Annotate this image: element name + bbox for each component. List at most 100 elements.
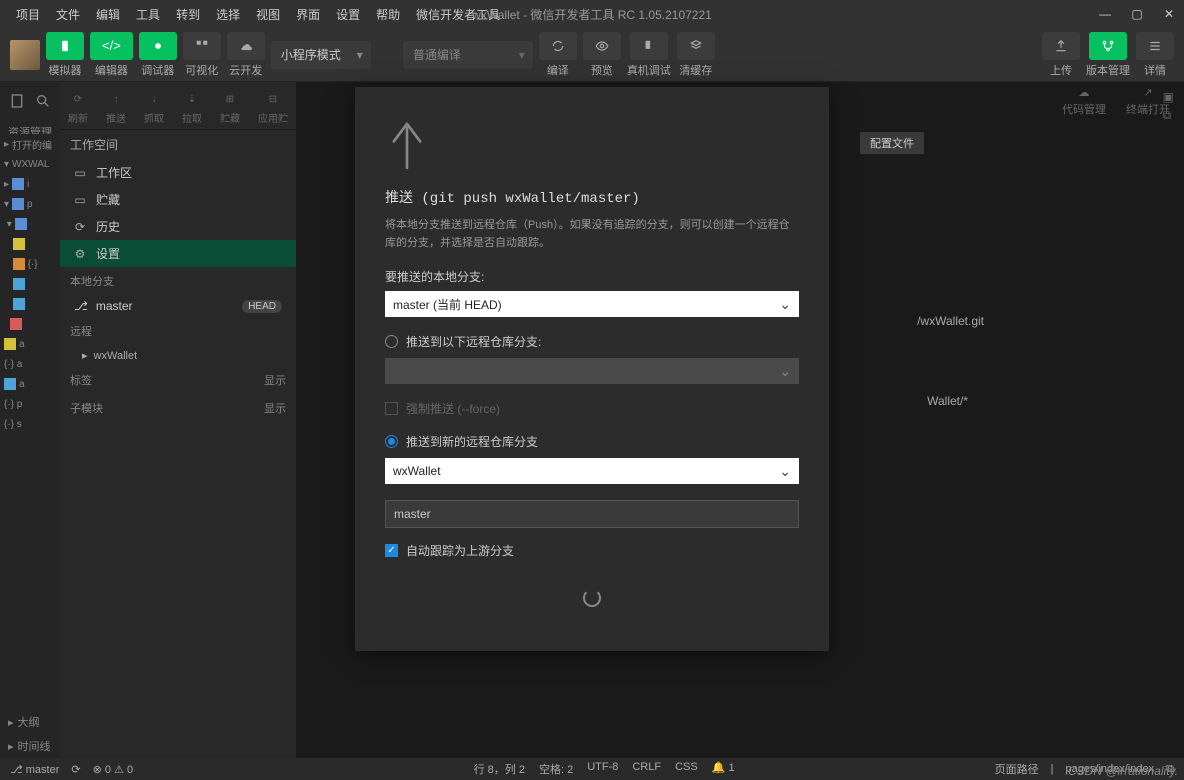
explorer-tree: ▸ 打开的编 ▾ WXWAL ▸ i ▾ p ▾ {·} a {·} a a {… [0, 134, 60, 434]
file-row[interactable]: {·} s [0, 414, 60, 434]
detail-button[interactable] [1136, 32, 1174, 60]
git-stash[interactable]: ⊞贮藏 [220, 90, 240, 125]
sb-pagepath-label: 页面路径 [995, 761, 1039, 777]
minimize-icon[interactable]: — [1098, 7, 1112, 21]
avatar[interactable] [10, 40, 40, 70]
mode-select[interactable]: 小程序模式 [271, 41, 371, 69]
panel2-icon[interactable]: ⧉ [1163, 108, 1174, 123]
file-row[interactable]: ▸ i [0, 174, 60, 194]
menu-edit[interactable]: 编辑 [88, 6, 128, 23]
sb-sync[interactable]: ⟳ [71, 763, 80, 776]
file-row[interactable] [0, 274, 60, 294]
tags-header[interactable]: 标签显示 [60, 366, 296, 394]
branch-input[interactable]: master [385, 500, 799, 528]
sb-eol[interactable]: CRLF [632, 761, 661, 777]
file-row[interactable]: ▾ p [0, 194, 60, 214]
sb-cursor[interactable]: 行 8，列 2 [474, 761, 525, 777]
menu-ui[interactable]: 界面 [288, 6, 328, 23]
maximize-icon[interactable]: ▢ [1130, 7, 1144, 21]
git-push[interactable]: ↑推送 [106, 90, 126, 125]
history-icon: ⟳ [72, 219, 88, 235]
editor-button[interactable]: </> [90, 32, 133, 60]
fetch-icon: ↓ [145, 90, 163, 108]
cloud-button[interactable] [227, 32, 265, 60]
phone-icon [58, 39, 72, 53]
menu-help[interactable]: 帮助 [368, 6, 408, 23]
submodule-header[interactable]: 子模块显示 [60, 394, 296, 422]
branch-master[interactable]: ⎇ master HEAD [60, 295, 296, 317]
clearcache-button[interactable] [677, 32, 715, 60]
git-refresh[interactable]: ⟳刷新 [68, 90, 88, 125]
timeline-section[interactable]: ▸ 时间线 [0, 734, 60, 758]
menu-select[interactable]: 选择 [208, 6, 248, 23]
stash-item[interactable]: ▭贮藏 [60, 186, 296, 213]
bottom-sections: ▸ 大纲 ▸ 时间线 [0, 710, 60, 758]
file-row[interactable]: a [0, 334, 60, 354]
sb-bell[interactable]: 🔔 1 [712, 761, 735, 777]
files-icon[interactable] [8, 92, 26, 110]
branch-icon: ⎇ [74, 299, 88, 313]
opened-section[interactable]: ▸ 打开的编 [0, 134, 60, 154]
menubar: 项目 文件 编辑 工具 转到 选择 视图 界面 设置 帮助 微信开发者工具 wx… [0, 0, 1184, 28]
file-row[interactable] [0, 294, 60, 314]
menu-project[interactable]: 项目 [8, 6, 48, 23]
stack-icon [689, 39, 703, 53]
local-branch-select[interactable]: master (当前 HEAD) [385, 291, 799, 317]
compile-select[interactable]: 普通编译 [403, 41, 533, 69]
branch-icon [1101, 39, 1115, 53]
file-row[interactable]: {·} p [0, 394, 60, 414]
visual-button[interactable] [183, 32, 221, 60]
upload-button[interactable] [1042, 32, 1080, 60]
remote-header: 远程 [60, 317, 296, 345]
history-item[interactable]: ⟳历史 [60, 213, 296, 240]
file-row[interactable] [0, 234, 60, 254]
menu-view[interactable]: 视图 [248, 6, 288, 23]
git-sidebar: ⟳刷新 ↑推送 ↓抓取 ⇣拉取 ⊞贮藏 ⊟应用贮 工作空间 ▭工作区 ▭贮藏 ⟳… [60, 82, 296, 758]
git-fetch[interactable]: ↓抓取 [144, 90, 164, 125]
config-file-button[interactable]: 配置文件 [860, 132, 924, 154]
sb-encoding[interactable]: UTF-8 [587, 761, 618, 777]
force-push-row: 强制推送 (--force) [385, 400, 799, 417]
chevron-right-icon: ▸ [82, 349, 88, 362]
settings-item[interactable]: ⚙设置 [60, 240, 296, 267]
project-root[interactable]: ▾ WXWAL [0, 154, 60, 174]
remote-wxwallet[interactable]: ▸wxWallet [60, 345, 296, 366]
push-new-radio[interactable]: 推送到新的远程仓库分支 [385, 433, 799, 450]
sb-errors[interactable]: ⊗ 0 ⚠ 0 [93, 763, 134, 776]
compile-button[interactable] [539, 32, 577, 60]
push-remote-radio[interactable]: 推送到以下远程仓库分支: [385, 333, 799, 350]
simulator-button[interactable] [46, 32, 84, 60]
preview-button[interactable] [583, 32, 621, 60]
debugger-button[interactable] [139, 32, 177, 60]
git-pull[interactable]: ⇣拉取 [182, 90, 202, 125]
remote-select[interactable]: wxWallet [385, 458, 799, 484]
git-apply[interactable]: ⊟应用贮 [258, 90, 288, 125]
close-icon[interactable]: ✕ [1162, 7, 1176, 21]
file-row[interactable] [0, 314, 60, 334]
version-button[interactable] [1089, 32, 1127, 60]
workzone-item[interactable]: ▭工作区 [60, 159, 296, 186]
outline-section[interactable]: ▸ 大纲 [0, 710, 60, 734]
menu-goto[interactable]: 转到 [168, 6, 208, 23]
sb-spaces[interactable]: 空格: 2 [539, 761, 573, 777]
push-dialog: 推送 (git push wxWallet/master) 将本地分支推送到远程… [355, 87, 829, 651]
search-icon[interactable] [34, 92, 52, 110]
auto-track-row[interactable]: ✓ 自动跟踪为上游分支 [385, 542, 799, 559]
panel-icon[interactable]: ▣ [1163, 90, 1174, 104]
realdebug-button[interactable] [630, 32, 668, 60]
menu-settings[interactable]: 设置 [328, 6, 368, 23]
code-mgmt[interactable]: ☁代码管理 [1062, 86, 1106, 117]
menu-file[interactable]: 文件 [48, 6, 88, 23]
file-row[interactable]: a [0, 374, 60, 394]
grid-icon [195, 39, 209, 53]
compile-label: 编译 [547, 62, 569, 78]
file-row[interactable]: {·} a [0, 354, 60, 374]
loading-spinner [583, 589, 601, 607]
file-row[interactable]: ▾ [0, 214, 60, 234]
menu-tools[interactable]: 工具 [128, 6, 168, 23]
sb-lang[interactable]: CSS [675, 761, 698, 777]
pull-icon: ⇣ [183, 90, 201, 108]
sb-branch[interactable]: ⎇ master [10, 763, 59, 776]
file-row[interactable]: {·} [0, 254, 60, 274]
local-branch-label: 要推送的本地分支: [385, 268, 799, 285]
